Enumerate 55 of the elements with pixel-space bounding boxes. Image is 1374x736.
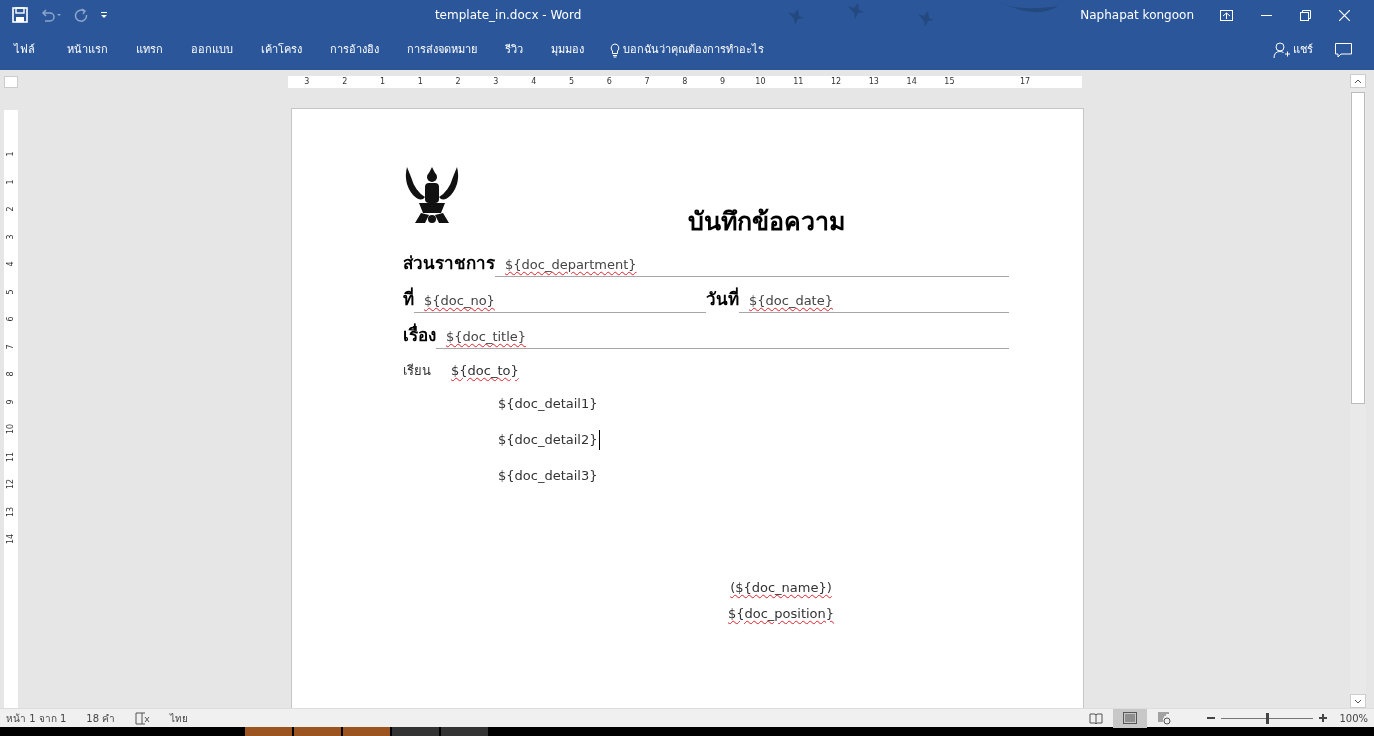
ribbon-tab[interactable]: รีวิว [497,41,531,59]
tell-me-search-field[interactable]: บอกฉันว่าคุณต้องการทำอะไร [623,41,764,59]
window-title: template_in.docx - Word [434,8,582,22]
field-label: ที่ [403,287,414,311]
placeholder-field-value: ${doc_title} [446,329,527,344]
word-count[interactable]: 18 คำ [86,710,116,726]
memo-heading: บันทึกข้อความ [686,206,846,238]
close-icon [1339,9,1350,21]
page-lines-icon [1123,711,1138,725]
horizontal-ruler: 3 2 1 1 2 3 4 5 6 7 8 9 10 11 12 13 14 15 17 [288,76,1082,88]
signature-placeholder-text: ${doc_position} [727,604,835,623]
add-person-icon [1273,41,1290,59]
ribbon-tab[interactable]: แทรก [128,41,171,59]
open-book-icon [1089,711,1104,725]
placeholder-field-value: ${doc_date} [749,293,833,308]
placeholder-text: ${doc_detail3} [498,467,599,486]
share-button[interactable]: แชร์ [1265,41,1321,59]
zoom-out-icon[interactable] [1207,714,1216,722]
redo-icon[interactable] [74,8,88,22]
lightbulb-icon [610,42,620,58]
ribbon-tab[interactable]: ออกแบบ [183,41,241,59]
zoom-level[interactable]: 100% [1339,710,1368,726]
language-indicator[interactable]: ไทย [170,710,189,726]
scrollbar-thumb[interactable] [1351,92,1365,404]
ribbon-tab[interactable]: หน้าแรก [59,41,116,59]
user-name: Naphapat kongoon [1080,7,1194,24]
salutation-label: เรียน [403,361,431,380]
save-icon[interactable] [12,7,28,23]
proofing-icon[interactable] [135,711,151,725]
vertical-scrollbar[interactable] [1350,74,1366,708]
ribbon-display-icon [1220,9,1233,21]
placeholder-text: ${doc_to} [451,361,519,380]
field-label: เรื่อง [403,323,436,347]
print-layout-button[interactable] [1113,708,1148,728]
field-label: ส่วนราชการ [403,252,495,275]
placeholder-field-value: ${doc_no} [424,293,495,308]
vertical-ruler: 1 1 2 3 4 5 6 7 8 9 10 11 12 13 14 [4,110,18,708]
ribbon-tab[interactable]: การส่งจดหมาย [399,41,485,59]
undo-icon[interactable] [40,8,62,22]
web-page-icon [1157,711,1172,725]
comment-icon [1335,42,1352,58]
placeholder-text: ${doc_detail2} [498,430,601,450]
ribbon-tab[interactable]: การอ้างอิง [322,41,387,59]
ribbon-tab[interactable]: เค้าโครง [253,41,310,59]
ribbon-tab[interactable]: ไฟล์ [6,41,43,59]
page-count[interactable]: หน้า 1 จาก 1 [6,710,67,726]
restore-icon [1300,9,1311,21]
zoom-in-icon[interactable] [1319,714,1328,722]
placeholder-text: ${doc_detail1} [498,395,599,414]
customize-caret-icon[interactable] [100,11,108,19]
zoom-slider-thumb[interactable] [1265,712,1269,724]
signature-placeholder-text: (${doc_name}) [730,579,832,597]
field-label: วันที่ [706,287,739,311]
ribbon-tab[interactable]: มุมมอง [543,41,592,59]
placeholder-field-value: ${doc_department} [505,257,637,272]
